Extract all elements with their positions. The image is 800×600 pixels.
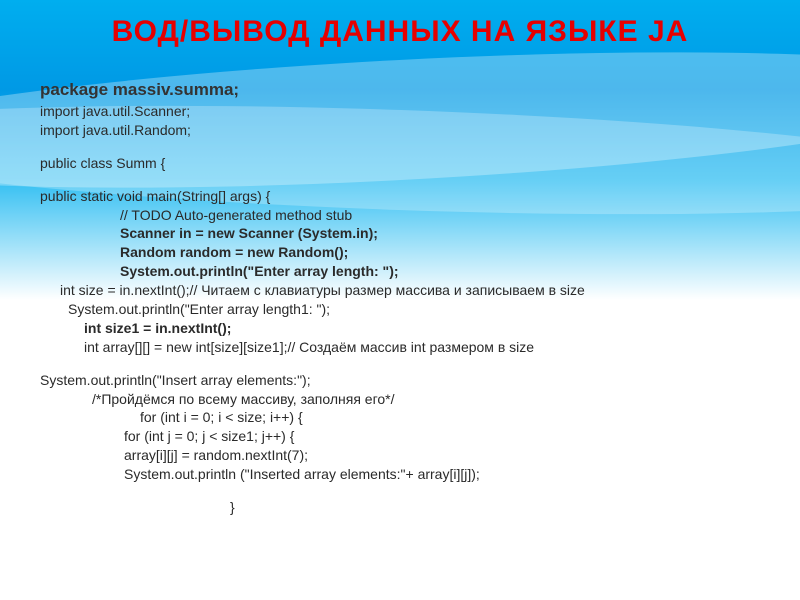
code-content: package massiv.summa; import java.util.S… <box>40 79 760 517</box>
code-line: System.out.println("Enter array length: … <box>40 262 760 281</box>
code-line: /*Пройдёмся по всему массиву, заполняя е… <box>40 390 760 409</box>
code-line: int size1 = in.nextInt(); <box>40 319 760 338</box>
code-line: } <box>40 498 760 517</box>
code-line: System.out.println ("Inserted array elem… <box>40 465 760 484</box>
code-line: System.out.println("Enter array length1:… <box>40 300 760 319</box>
code-line: Random random = new Random(); <box>40 243 760 262</box>
code-line: public static void main(String[] args) { <box>40 187 760 206</box>
code-line: for (int j = 0; j < size1; j++) { <box>40 427 760 446</box>
slide-title: ВОД/ВЫВОД ДАННЫХ НА ЯЗЫКЕ JA <box>0 0 800 49</box>
code-line: array[i][j] = random.nextInt(7); <box>40 446 760 465</box>
code-line: public class Summ { <box>40 154 760 173</box>
code-line: System.out.println("Insert array element… <box>40 371 760 390</box>
code-line: Scanner in = new Scanner (System.in); <box>40 224 760 243</box>
code-line: for (int i = 0; i < size; i++) { <box>40 408 760 427</box>
code-line: // TODO Auto-generated method stub <box>40 206 760 225</box>
code-line: import java.util.Random; <box>40 121 760 140</box>
code-line: import java.util.Scanner; <box>40 102 760 121</box>
code-line: int size = in.nextInt();// Читаем с клав… <box>40 281 760 300</box>
code-line: int array[][] = new int[size][size1];// … <box>40 338 760 357</box>
code-line: package massiv.summa; <box>40 79 760 102</box>
